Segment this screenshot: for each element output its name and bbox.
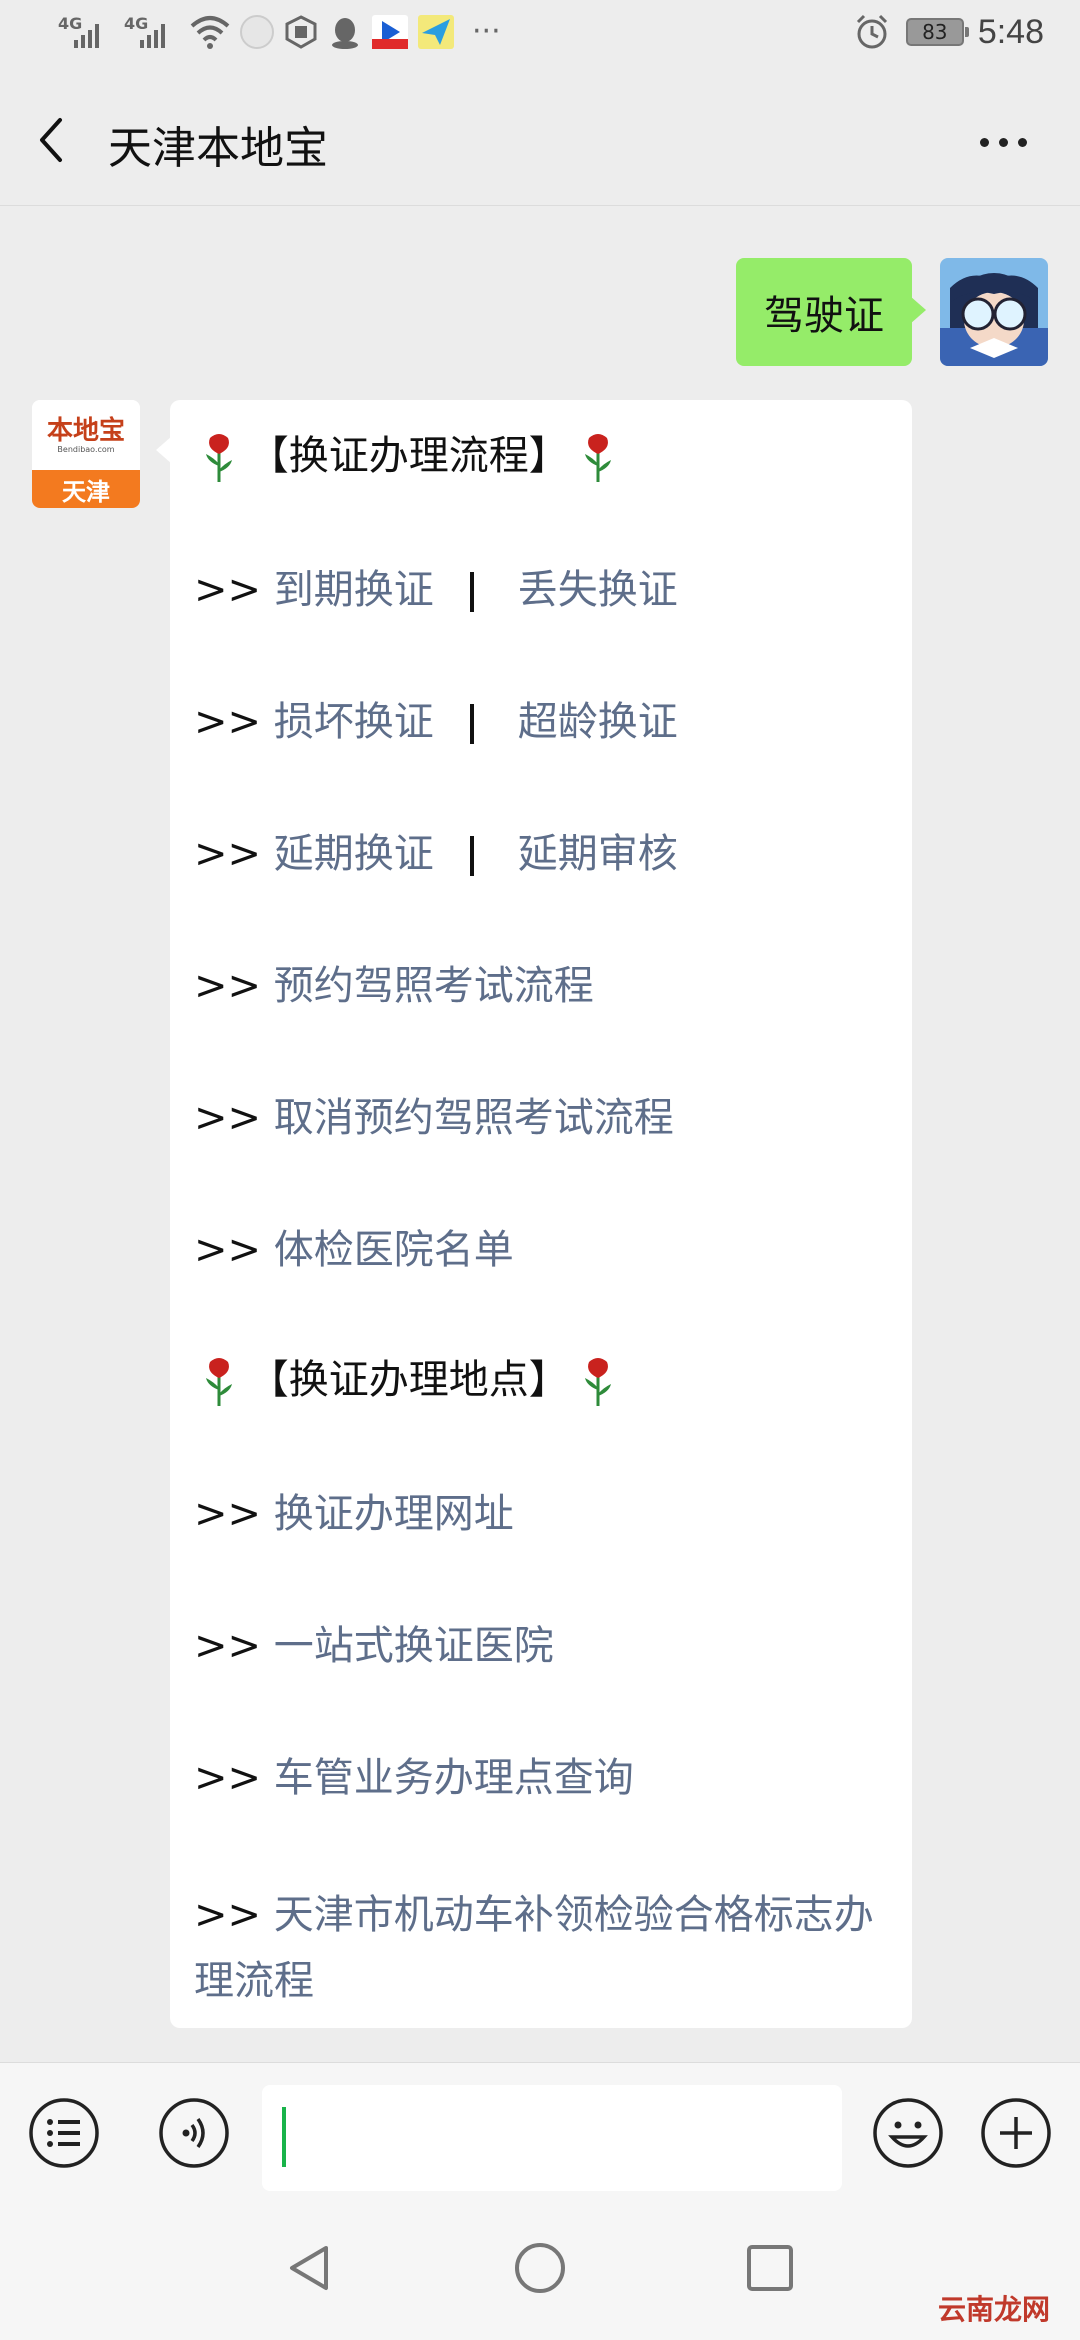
user-avatar[interactable] — [940, 258, 1048, 366]
link-row: >> 天津市机动车补领检验合格标志办理流程 — [194, 1882, 884, 2014]
link-prefix: >> — [194, 1095, 262, 1141]
rose-icon — [585, 434, 612, 482]
link-prefix: >> — [194, 1755, 262, 1801]
link-hospital-list[interactable]: 体检医院名单 — [274, 1227, 514, 1273]
emoji-button[interactable] — [872, 2097, 944, 2169]
qq-notification-icon — [332, 18, 358, 49]
user-message-text: 驾驶证 — [764, 293, 884, 339]
chat-title: 天津本地宝 — [108, 123, 328, 174]
message-input[interactable] — [262, 2085, 842, 2191]
link-prefix: >> — [194, 699, 262, 745]
city-label: 天津 — [32, 470, 140, 508]
section-heading-process: 【换证办理流程】 — [202, 428, 615, 484]
chat-header: 天津本地宝 — [0, 72, 1080, 206]
link-row: >> 换证办理网址 — [194, 1486, 514, 1542]
shield-notification-icon — [285, 15, 317, 49]
watermark: 云南龙网 — [937, 2293, 1050, 2326]
link-row: >> 体检医院名单 — [194, 1222, 514, 1278]
system-navigation-bar: 云南龙网 — [0, 2202, 1080, 2340]
text-cursor — [282, 2107, 286, 2167]
link-row: >> 延期换证 延期审核 — [194, 826, 678, 882]
separator — [469, 572, 474, 612]
back-button[interactable] — [30, 112, 74, 168]
more-notifications-icon: ··· — [472, 14, 501, 49]
signal-2-icon: 4G — [124, 14, 180, 50]
nav-home-icon[interactable] — [510, 2238, 570, 2298]
rose-icon — [585, 1358, 612, 1406]
alarm-icon — [856, 14, 887, 49]
rose-icon — [206, 434, 232, 482]
link-row: >> 预约驾照考试流程 — [194, 958, 594, 1014]
menu-list-button[interactable] — [28, 2097, 100, 2169]
link-row: >> 取消预约驾照考试流程 — [194, 1090, 674, 1146]
logo-text: 本地宝 — [46, 415, 125, 446]
separator — [469, 836, 474, 876]
link-row: >> 到期换证 丢失换证 — [194, 562, 678, 618]
link-prefix: >> — [194, 831, 262, 877]
add-button[interactable] — [980, 2097, 1052, 2169]
video-app-notification-icon — [372, 15, 408, 49]
section-heading-location: 【换证办理地点】 — [202, 1352, 615, 1408]
link-damaged-renewal[interactable]: 损坏换证 — [274, 699, 434, 745]
link-row: >> 一站式换证医院 — [194, 1618, 554, 1674]
link-prefix: >> — [194, 963, 262, 1009]
app-notification-icon — [240, 15, 274, 49]
user-message-bubble[interactable]: 驾驶证 — [736, 258, 926, 366]
link-prefix: >> — [194, 567, 262, 613]
link-book-exam[interactable]: 预约驾照考试流程 — [274, 963, 594, 1009]
link-lost-renewal[interactable]: 丢失换证 — [518, 567, 678, 613]
link-over-age-renewal[interactable]: 超龄换证 — [518, 699, 678, 745]
separator — [469, 704, 474, 744]
more-options-button[interactable] — [980, 130, 1040, 154]
link-vehicle-office-query[interactable]: 车管业务办理点查询 — [274, 1755, 634, 1801]
battery-icon: 83 — [905, 18, 969, 46]
link-row: >> 损坏换证 超龄换证 — [194, 694, 678, 750]
signal-1-icon: 4G — [58, 14, 114, 50]
link-prefix: >> — [194, 1491, 262, 1537]
battery-level: 83 — [922, 20, 948, 44]
link-row: >> 车管业务办理点查询 — [194, 1750, 634, 1806]
link-delay-renewal[interactable]: 延期换证 — [274, 831, 434, 877]
link-prefix: >> — [194, 1892, 262, 1938]
official-account-avatar[interactable]: 本地宝 Bendibao.com 天津 — [32, 400, 140, 508]
rose-icon — [206, 1358, 232, 1406]
link-one-stop-hospital[interactable]: 一站式换证医院 — [274, 1623, 554, 1669]
link-renewal-website[interactable]: 换证办理网址 — [274, 1491, 514, 1537]
logo-subtext: Bendibao.com — [57, 444, 115, 454]
wifi-icon — [190, 16, 230, 49]
link-prefix: >> — [194, 1227, 262, 1273]
clock: 5:48 — [977, 12, 1044, 51]
status-bar: 4G 4G ··· 83 5:48 — [0, 0, 1080, 72]
link-delay-review[interactable]: 延期审核 — [518, 831, 678, 877]
nav-back-icon[interactable] — [280, 2238, 340, 2298]
voice-input-button[interactable] — [158, 2097, 230, 2169]
link-prefix: >> — [194, 1623, 262, 1669]
link-expire-renewal[interactable]: 到期换证 — [274, 567, 434, 613]
nav-recents-icon[interactable] — [740, 2238, 800, 2298]
send-app-notification-icon — [418, 15, 454, 49]
link-inspection-mark-process[interactable]: 天津市机动车补领检验合格标志办理流程 — [194, 1892, 874, 2004]
link-cancel-exam[interactable]: 取消预约驾照考试流程 — [274, 1095, 674, 1141]
input-bar — [0, 2062, 1080, 2202]
bot-message-bubble: 【换证办理流程】 >> 到期换证 丢失换证 >> 损坏换证 超龄换证 >> 延期换证… — [156, 400, 912, 2028]
